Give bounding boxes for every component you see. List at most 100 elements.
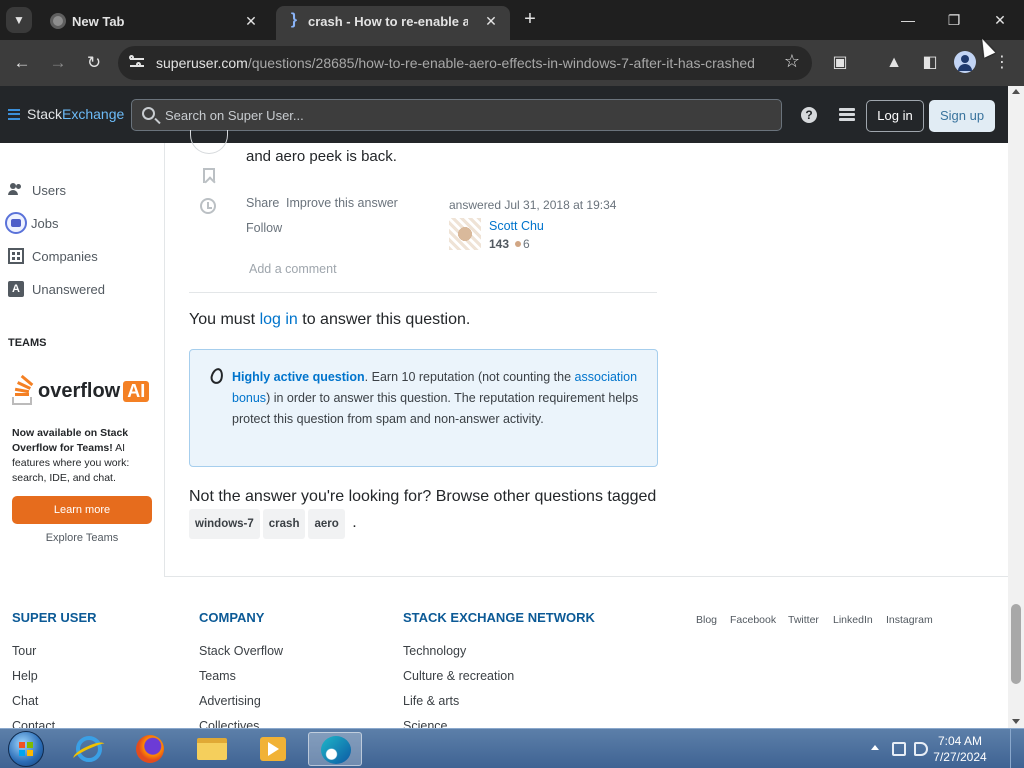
close-tab-icon[interactable]: ✕	[242, 12, 260, 30]
explore-teams-link[interactable]: Explore Teams	[12, 532, 152, 544]
answer-body-text: and aero peek is back.	[246, 148, 397, 165]
footer-link-life-arts[interactable]: Life & arts	[403, 694, 459, 708]
restore-icon[interactable]: ❐	[934, 6, 974, 34]
reload-icon[interactable]: ↻	[80, 49, 108, 77]
profile-icon[interactable]	[954, 51, 976, 73]
search-placeholder: Search on Super User...	[165, 108, 304, 123]
browser-tab-strip: ▼ New Tab ✕ } crash - How to re-enable a…	[0, 0, 1024, 40]
divider	[189, 292, 657, 293]
login-button[interactable]: Log in	[866, 100, 924, 132]
labs-icon[interactable]: ▲	[880, 49, 908, 77]
taskbar-media-player[interactable]	[246, 732, 300, 766]
media-player-icon	[260, 737, 286, 761]
taskbar-edge[interactable]	[308, 732, 362, 766]
tab-title: New Tab	[72, 14, 125, 29]
tab-title: crash - How to re-enable aero	[308, 14, 468, 29]
sidebar-item-unanswered[interactable]: A Unanswered	[8, 281, 105, 297]
browser-toolbar: ← → ↻ superuser.com/questions/28685/how-…	[0, 40, 1024, 86]
sidebar-item-companies[interactable]: Companies	[8, 248, 98, 264]
bronze-badge-icon	[515, 241, 522, 247]
improve-answer-link[interactable]: Improve this answer	[286, 196, 398, 210]
taskbar-file-explorer[interactable]	[185, 732, 239, 766]
footer-link-blog[interactable]: Blog	[696, 614, 717, 626]
footer-link-linkedin[interactable]: LinkedIn	[833, 614, 873, 626]
teams-promo-text: Now available on Stack Overflow for Team…	[12, 427, 130, 484]
sidebar-item-jobs[interactable]: Jobs	[5, 212, 58, 234]
browser-tab-new-tab[interactable]: New Tab ✕	[40, 6, 270, 40]
show-hidden-icons-icon[interactable]	[871, 745, 879, 750]
network-icon[interactable]	[892, 742, 906, 756]
forward-icon[interactable]: →	[44, 49, 72, 77]
footer-link-chat[interactable]: Chat	[12, 694, 38, 708]
address-bar[interactable]: superuser.com/questions/28685/how-to-re-…	[118, 46, 812, 80]
url-text: superuser.com/questions/28685/how-to-re-…	[156, 55, 755, 71]
scroll-down-arrow-icon[interactable]	[1012, 719, 1020, 724]
footer-link-help[interactable]: Help	[12, 669, 38, 683]
page-scrollbar[interactable]	[1008, 86, 1024, 728]
new-tab-button[interactable]: +	[518, 8, 542, 32]
stackexchange-logo[interactable]: Stack Exchange	[8, 106, 124, 122]
footer-heading-network[interactable]: STACK EXCHANGE NETWORK	[403, 610, 595, 625]
avatar[interactable]	[449, 218, 481, 250]
fire-icon	[210, 366, 222, 382]
site-info-icon[interactable]	[128, 54, 146, 72]
system-clock[interactable]: 7:04 AM 7/27/2024	[930, 733, 990, 765]
bookmark-star-icon[interactable]: ☆	[784, 51, 800, 72]
overflow-ai-logo: overflow AI	[12, 374, 150, 406]
signup-button[interactable]: Sign up	[929, 100, 995, 132]
user-name-link[interactable]: Scott Chu	[489, 219, 544, 233]
site-footer: SUPER USER Tour Help Chat Contact COMPAN…	[0, 577, 1008, 733]
footer-heading-superuser[interactable]: SUPER USER	[12, 610, 97, 625]
follow-link[interactable]: Follow	[246, 221, 282, 235]
sidebar-item-users[interactable]: Users	[8, 182, 66, 198]
help-icon[interactable]: ?	[801, 107, 817, 123]
footer-link-stack-overflow[interactable]: Stack Overflow	[199, 644, 283, 658]
highly-active-notice: Highly active question. Earn 10 reputati…	[189, 349, 658, 467]
close-window-icon[interactable]: ✕	[980, 6, 1020, 34]
extensions-icon[interactable]: ▣	[826, 49, 854, 77]
back-icon[interactable]: ←	[8, 49, 36, 77]
tab-search-icon[interactable]: ▼	[6, 7, 32, 33]
history-icon[interactable]	[200, 198, 216, 214]
stackoverflow-icon	[12, 374, 34, 405]
vote-down-button[interactable]	[190, 130, 228, 154]
login-link[interactable]: log in	[260, 311, 298, 328]
scroll-up-arrow-icon[interactable]	[1012, 89, 1020, 94]
start-button[interactable]	[8, 731, 44, 767]
footer-heading-company[interactable]: COMPANY	[199, 610, 264, 625]
share-link[interactable]: Share	[246, 196, 279, 210]
show-desktop-button[interactable]	[1010, 729, 1024, 768]
side-panel-icon[interactable]: ◧	[916, 49, 944, 77]
browser-tab-active[interactable]: } crash - How to re-enable aero ✕	[276, 6, 510, 40]
footer-link-teams[interactable]: Teams	[199, 669, 236, 683]
footer-link-tour[interactable]: Tour	[12, 644, 36, 658]
stackexchange-icon	[8, 108, 20, 120]
site-switcher-icon[interactable]	[839, 108, 855, 122]
taskbar-firefox[interactable]	[123, 732, 177, 766]
add-comment-link[interactable]: Add a comment	[249, 262, 337, 276]
windows-taskbar: 7:04 AM 7/27/2024	[0, 728, 1024, 768]
bookmark-icon[interactable]	[203, 168, 215, 183]
tag-crash[interactable]: crash	[262, 509, 306, 539]
footer-link-twitter[interactable]: Twitter	[788, 614, 819, 626]
browse-questions-text: Not the answer you're looking for? Brows…	[189, 485, 659, 539]
footer-link-instagram[interactable]: Instagram	[886, 614, 933, 626]
internet-explorer-icon	[76, 736, 102, 762]
volume-icon[interactable]	[914, 742, 928, 756]
minimize-icon[interactable]: —	[888, 6, 928, 34]
sidebar-divider	[164, 143, 165, 576]
footer-link-culture[interactable]: Culture & recreation	[403, 669, 514, 683]
close-tab-icon[interactable]: ✕	[482, 12, 500, 30]
footer-link-advertising[interactable]: Advertising	[199, 694, 261, 708]
tag-aero[interactable]: aero	[308, 509, 345, 539]
user-reputation: 143 6	[489, 237, 530, 251]
footer-link-technology[interactable]: Technology	[403, 644, 466, 658]
tag-windows-7[interactable]: windows-7	[189, 509, 260, 539]
site-search-input[interactable]: Search on Super User...	[131, 99, 782, 131]
answered-timestamp: answered Jul 31, 2018 at 19:34	[449, 198, 617, 212]
footer-link-facebook[interactable]: Facebook	[730, 614, 776, 626]
learn-more-button[interactable]: Learn more	[12, 496, 152, 524]
taskbar-internet-explorer[interactable]	[62, 732, 116, 766]
scrollbar-thumb[interactable]	[1011, 604, 1021, 684]
search-icon	[142, 107, 155, 120]
